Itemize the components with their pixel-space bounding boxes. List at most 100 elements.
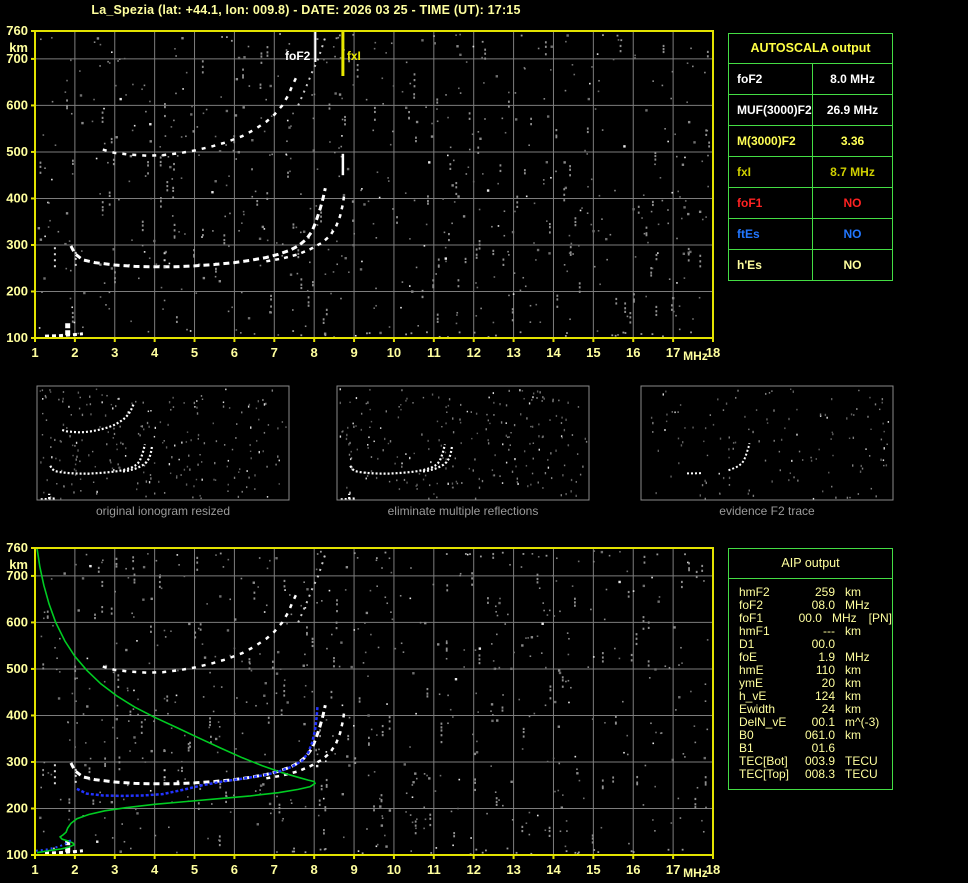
svg-text:km: km: [9, 40, 28, 55]
svg-text:16: 16: [626, 862, 640, 877]
svg-text:2: 2: [71, 345, 78, 360]
svg-text:10: 10: [387, 345, 401, 360]
svg-text:2: 2: [71, 862, 78, 877]
autoscala-param-label: MUF(3000)F2: [729, 95, 813, 125]
svg-text:1: 1: [31, 862, 38, 877]
autoscala-row: M(3000)F2 3.36: [729, 126, 892, 157]
svg-text:400: 400: [6, 707, 28, 722]
autoscala-param-value: 8.0 MHz: [830, 72, 875, 86]
svg-text:760: 760: [6, 540, 28, 555]
autoscala-row: foF1 NO: [729, 188, 892, 219]
aip-param-unit: TECU: [845, 767, 878, 781]
autoscala-table-rows: foF2 8.0 MHz MUF(3000)F2 26.9 MHz M(3000)F2 3…: [729, 64, 892, 280]
svg-text:4: 4: [151, 345, 159, 360]
processing-panel-2: [640, 385, 894, 501]
aip-param-note: [PN]: [868, 611, 892, 625]
svg-text:14: 14: [546, 345, 561, 360]
svg-text:6: 6: [231, 862, 238, 877]
svg-text:MHz: MHz: [683, 349, 708, 363]
svg-text:fxI: fxI: [347, 49, 361, 63]
svg-text:17: 17: [666, 862, 680, 877]
autoscala-param-label: foF2: [729, 64, 813, 94]
svg-text:200: 200: [6, 800, 28, 815]
autoscala-row: h'Es NO: [729, 250, 892, 280]
svg-text:9: 9: [350, 862, 357, 877]
svg-text:100: 100: [6, 847, 28, 862]
svg-text:7: 7: [271, 862, 278, 877]
svg-text:18: 18: [706, 862, 720, 877]
svg-text:15: 15: [586, 862, 600, 877]
svg-text:foF2: foF2: [285, 49, 311, 63]
svg-text:3: 3: [111, 862, 118, 877]
autoscala-table-title: AUTOSCALA output: [729, 34, 892, 64]
svg-text:15: 15: [586, 345, 600, 360]
autoscala-app-window: La_Spezia (lat: +44.1, lon: 009.8) - DAT…: [0, 0, 968, 883]
panel-caption-original: original ionogram resized: [95, 504, 231, 518]
aip-param-value: 00.0: [798, 611, 822, 625]
svg-text:8: 8: [311, 345, 318, 360]
autoscala-row: foF2 8.0 MHz: [729, 64, 892, 95]
aip-param-unit: km: [845, 728, 861, 742]
autoscala-param-label: M(3000)F2: [729, 126, 813, 156]
svg-text:7: 7: [271, 345, 278, 360]
autoscala-row: ftEs NO: [729, 219, 892, 250]
aip-param-unit: km: [845, 624, 861, 638]
svg-text:3: 3: [111, 345, 118, 360]
autoscala-row: fxI 8.7 MHz: [729, 157, 892, 188]
svg-text:1: 1: [31, 345, 38, 360]
svg-text:16: 16: [626, 345, 640, 360]
svg-text:13: 13: [506, 345, 520, 360]
svg-text:5: 5: [191, 862, 198, 877]
svg-text:600: 600: [6, 614, 28, 629]
svg-text:13: 13: [506, 862, 520, 877]
svg-text:17: 17: [666, 345, 680, 360]
aip-table-rows: hmF2 259 km foF2 08.0 MHz foF1 00.0 MHz [PN] hmF1-…: [729, 579, 892, 781]
svg-text:200: 200: [6, 283, 28, 298]
ionogram-profile-plot: 1 2 3 4 5 6 7 8 9 10 11 12 13 14 15 16 17 18MHz1002003004…: [6, 540, 720, 880]
autoscala-param-label: fxI: [729, 157, 813, 187]
aip-param-value: 008.3: [804, 767, 835, 781]
svg-text:300: 300: [6, 237, 28, 252]
svg-text:500: 500: [6, 661, 28, 676]
svg-text:10: 10: [387, 862, 401, 877]
panel-caption-eliminate: eliminate multiple reflections: [387, 504, 539, 518]
processing-panel-1: [336, 385, 590, 501]
autoscala-param-value: 3.36: [840, 134, 865, 148]
svg-text:MHz: MHz: [683, 866, 708, 880]
aip-row: TEC[Top] 008.3 TECU: [739, 768, 892, 781]
svg-text:5: 5: [191, 345, 198, 360]
autoscala-param-label: foF1: [729, 188, 813, 218]
ionogram-main-plot: 1 2 3 4 5 6 7 8 9 10 11 12 13 14 15 16 17 18MHz1002003004…: [6, 23, 720, 363]
svg-text:400: 400: [6, 190, 28, 205]
autoscala-param-value: NO: [843, 227, 862, 241]
svg-text:300: 300: [6, 754, 28, 769]
svg-text:4: 4: [151, 862, 159, 877]
svg-text:100: 100: [6, 330, 28, 345]
svg-text:12: 12: [466, 345, 480, 360]
svg-text:760: 760: [6, 23, 28, 38]
aip-param-label: TEC[Top]: [739, 767, 790, 781]
svg-text:11: 11: [427, 862, 441, 877]
autoscala-output-table: AUTOSCALA output foF2 8.0 MHz MUF(3000)F2 2…: [728, 33, 893, 281]
autoscala-param-value: NO: [843, 258, 862, 272]
svg-text:12: 12: [466, 862, 480, 877]
svg-text:km: km: [9, 557, 28, 572]
svg-text:8: 8: [311, 862, 318, 877]
svg-text:600: 600: [6, 97, 28, 112]
svg-text:500: 500: [6, 144, 28, 159]
autoscala-param-value: 26.9 MHz: [826, 103, 879, 117]
autoscala-row: MUF(3000)F2 26.9 MHz: [729, 95, 892, 126]
svg-text:18: 18: [706, 345, 720, 360]
autoscala-param-label: h'Es: [729, 250, 813, 280]
processing-panel-0: [36, 385, 290, 501]
autoscala-param-value: NO: [843, 196, 862, 210]
autoscala-param-label: ftEs: [729, 219, 813, 249]
svg-text:14: 14: [546, 862, 561, 877]
svg-text:9: 9: [350, 345, 357, 360]
svg-text:11: 11: [427, 345, 441, 360]
autoscala-param-value: 8.7 MHz: [830, 165, 875, 179]
aip-output-table: AIP output hmF2 259 km foF2 08.0 MHz foF1 00.0 M…: [728, 548, 893, 790]
svg-text:6: 6: [231, 345, 238, 360]
aip-table-title: AIP output: [729, 549, 892, 579]
panel-caption-evidence: evidence F2 trace: [719, 504, 815, 518]
